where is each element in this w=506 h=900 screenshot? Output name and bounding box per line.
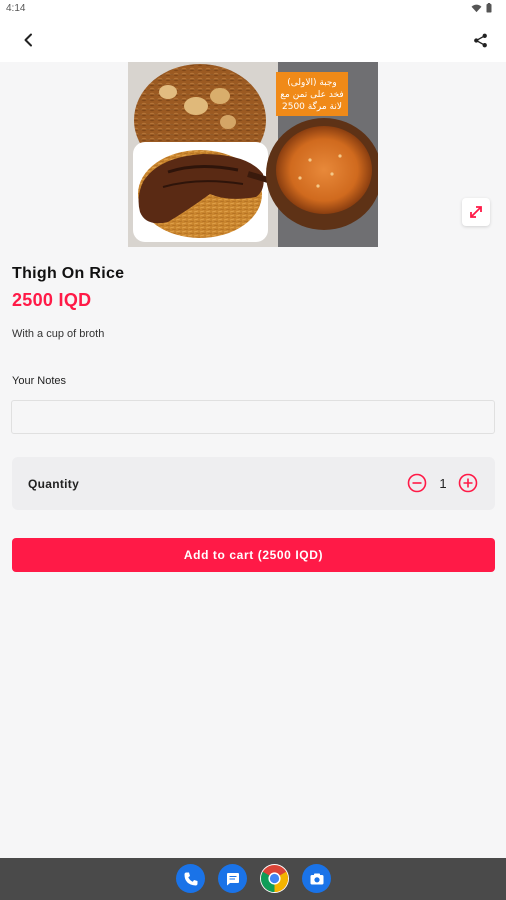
status-bar: 4:14 — [0, 0, 506, 18]
overlay-line-3: لانة مرگة 2500 — [282, 100, 342, 112]
product-description: With a cup of broth — [12, 328, 105, 340]
product-image[interactable]: وجبة (الاولى) فخد على تمن مع لانة مرگة 2… — [128, 62, 378, 247]
product-name: Thigh On Rice — [12, 265, 125, 282]
quantity-value: 1 — [439, 476, 447, 491]
chrome-app-icon[interactable] — [260, 864, 289, 893]
expand-icon — [470, 206, 482, 218]
food-photo: وجبة (الاولى) فخد على تمن مع لانة مرگة 2… — [128, 62, 378, 247]
expand-image-button[interactable] — [462, 198, 490, 226]
notes-input[interactable] — [11, 400, 495, 434]
camera-app-icon[interactable] — [302, 864, 331, 893]
share-icon — [473, 33, 487, 47]
phone-icon — [184, 872, 197, 885]
status-time: 4:14 — [6, 3, 26, 14]
phone-app-icon[interactable] — [176, 864, 205, 893]
app-bar — [0, 18, 506, 62]
dock-apps — [176, 864, 331, 893]
quantity-label: Quantity — [28, 477, 80, 491]
share-button[interactable] — [466, 28, 494, 52]
notes-label: Your Notes — [12, 375, 67, 387]
minus-circle-icon — [407, 473, 427, 493]
decrease-quantity-button[interactable] — [407, 473, 427, 493]
battery-icon — [486, 3, 492, 13]
status-icons — [471, 3, 492, 13]
overlay-line-2: فخد على تمن مع — [280, 90, 343, 100]
camera-icon — [310, 873, 323, 884]
overlay-line-1: وجبة (الاولى) — [287, 78, 337, 88]
increase-quantity-button[interactable] — [458, 473, 478, 493]
arrow-back-icon — [24, 33, 32, 47]
back-button[interactable] — [14, 28, 42, 52]
product-price: 2500 IQD — [12, 290, 92, 310]
quantity-stepper: Quantity 1 — [12, 457, 495, 510]
chrome-icon — [260, 864, 289, 893]
add-to-cart-button[interactable]: Add to cart (2500 IQD) — [12, 538, 495, 572]
wifi-icon — [471, 4, 482, 12]
messages-app-icon[interactable] — [218, 864, 247, 893]
message-icon — [226, 872, 239, 885]
plus-circle-icon — [458, 473, 478, 493]
